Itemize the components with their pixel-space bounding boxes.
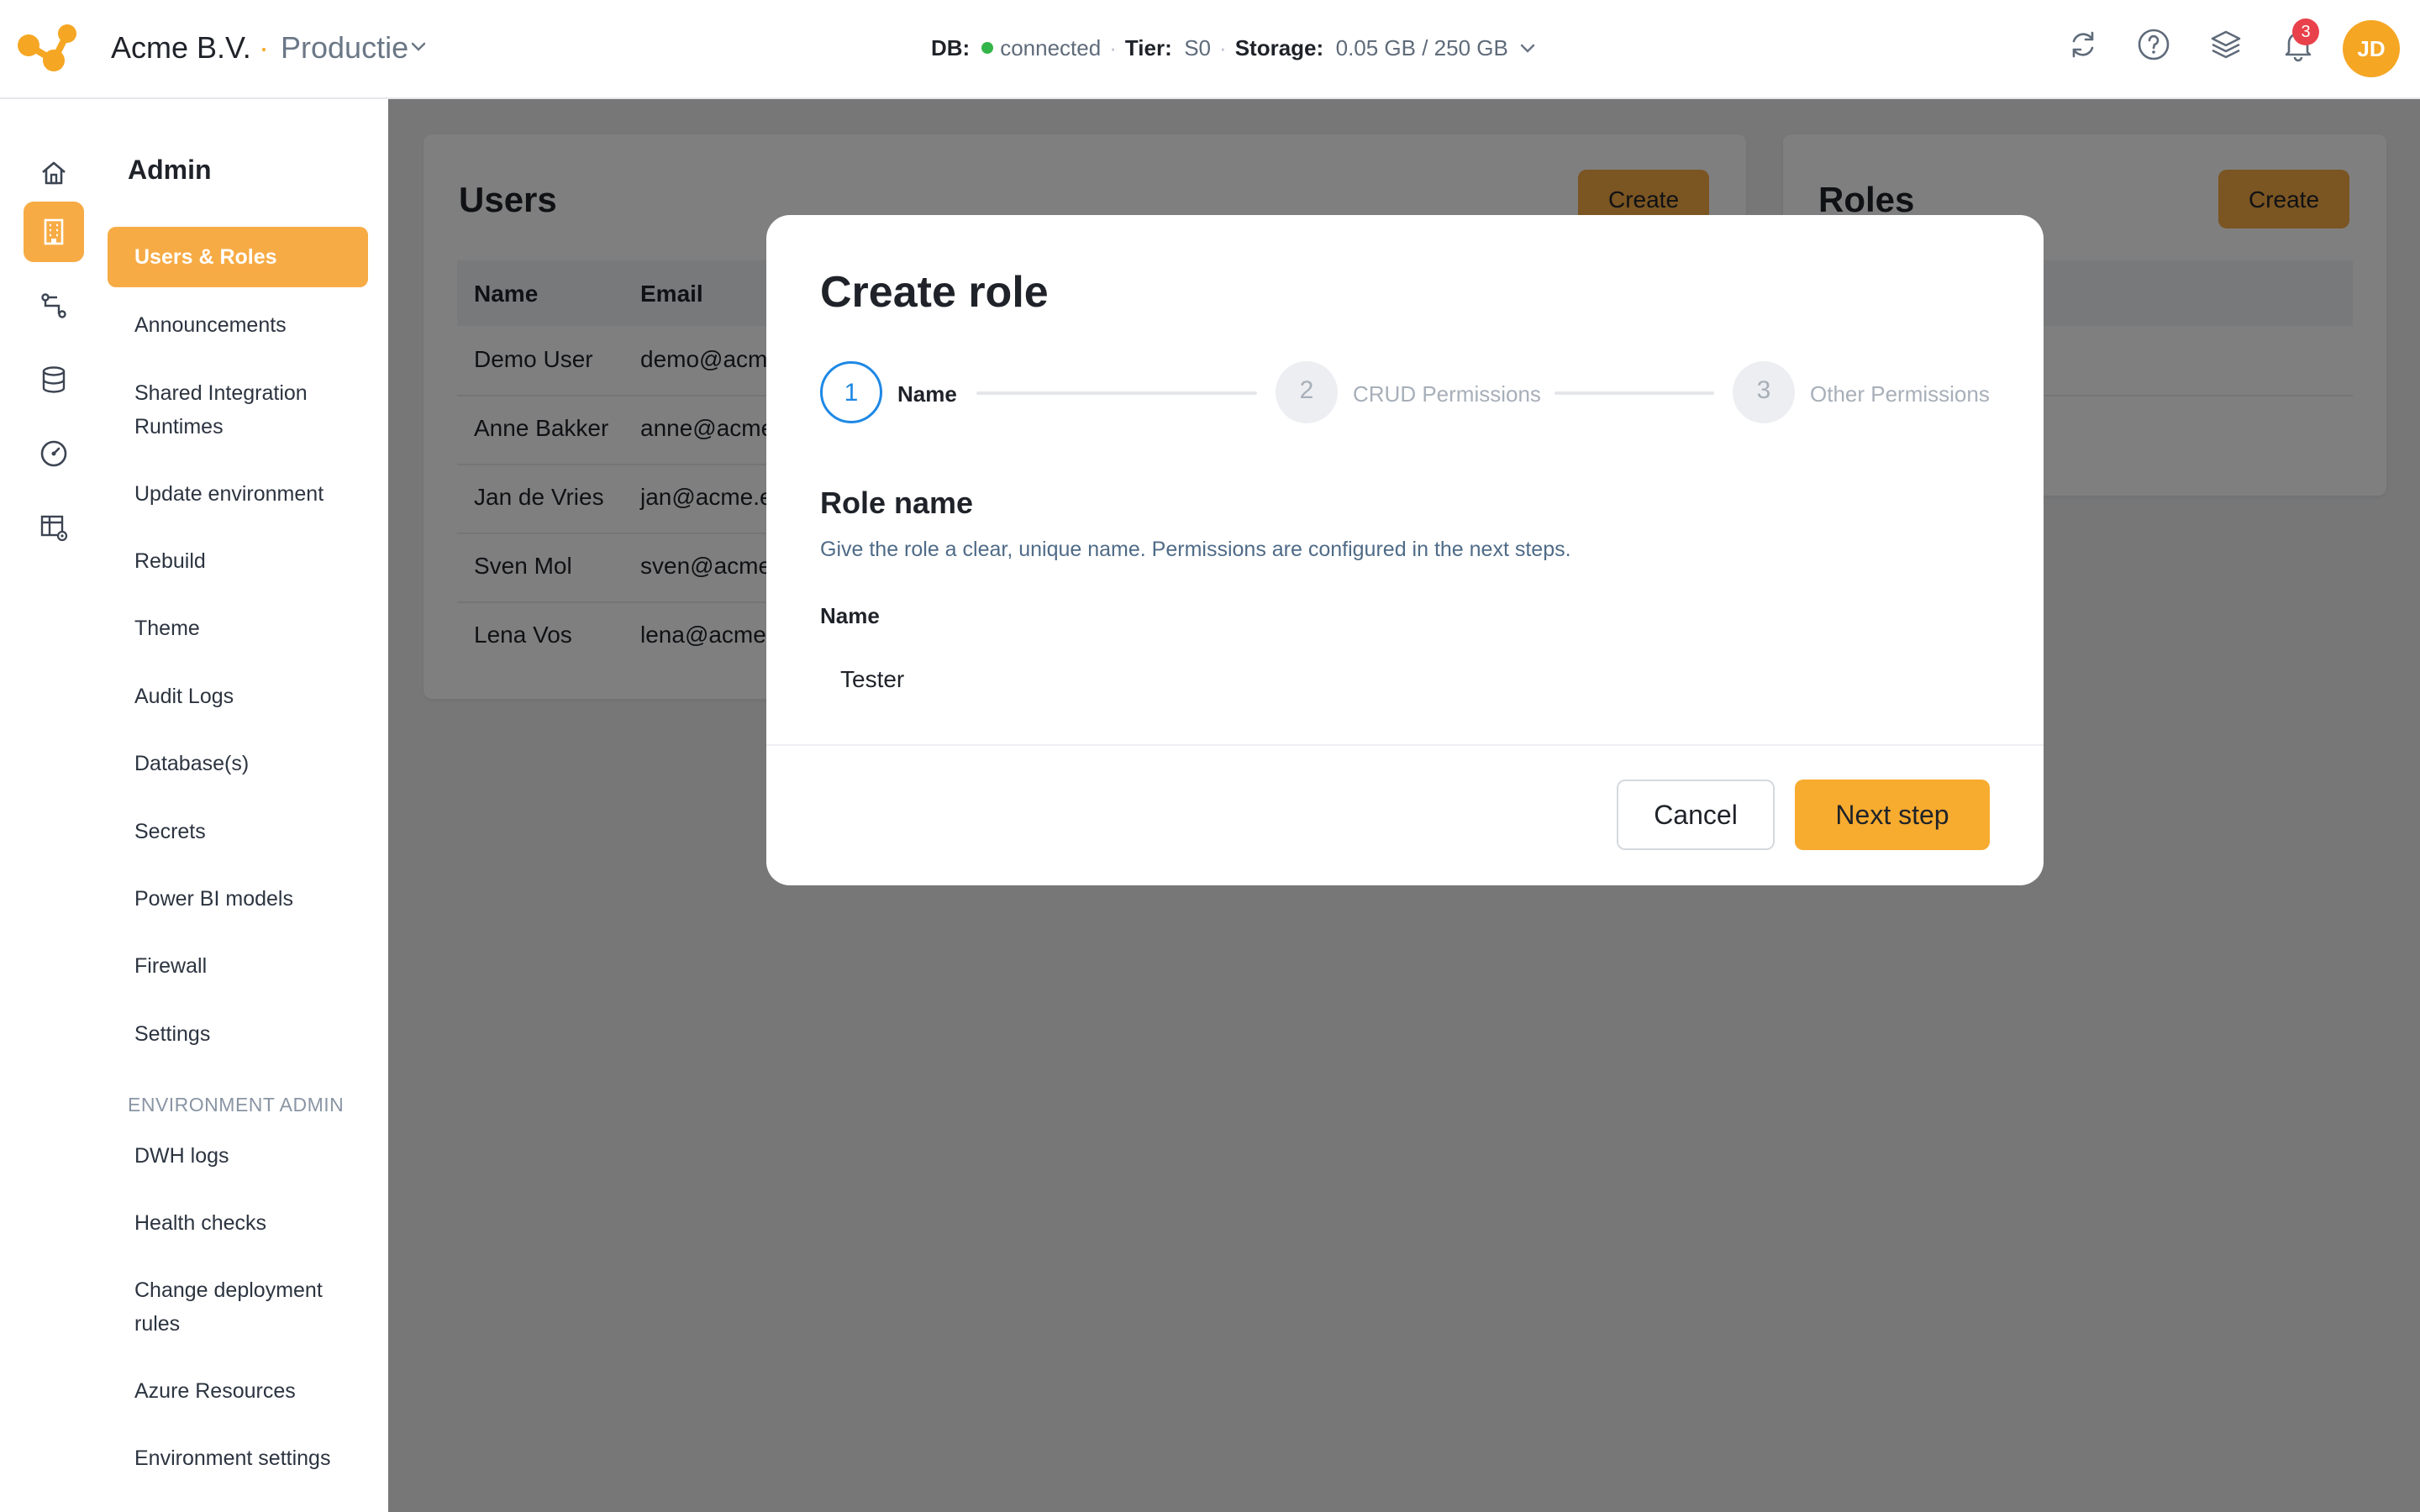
sidebar-item-theme[interactable]: Theme — [108, 612, 368, 645]
step-connector — [976, 391, 1257, 395]
sidebar-item-announcements[interactable]: Announcements — [108, 308, 368, 342]
step-3-indicator: 3 — [1733, 361, 1795, 423]
step-1-indicator: 1 — [820, 361, 882, 423]
sidebar-item-databases[interactable]: Database(s) — [108, 747, 368, 780]
sidebar-item-power-bi-models[interactable]: Power BI models — [108, 882, 368, 916]
section-title: Role name — [820, 486, 974, 520]
rail-tables[interactable] — [24, 497, 84, 558]
cancel-button[interactable]: Cancel — [1617, 780, 1775, 850]
top-bar: Acme B.V. · Productie DB: connected · Tier:… — [0, 0, 2420, 99]
gauge-icon — [40, 440, 67, 467]
rail-pipelines[interactable] — [24, 276, 84, 336]
step-2-indicator: 2 — [1276, 361, 1338, 423]
storage-value: 0.05 GB / 250 GB — [1335, 35, 1508, 60]
step-3-label: Other Permissions — [1810, 381, 1990, 407]
name-field-label: Name — [820, 603, 880, 628]
next-step-button[interactable]: Next step — [1795, 780, 1990, 850]
sidebar-item-change-deployment-rules[interactable]: Change deployment rules — [108, 1273, 368, 1341]
status-chevron-down-icon[interactable] — [1518, 39, 1538, 59]
app-logo[interactable] — [17, 24, 79, 72]
step-connector — [1555, 391, 1714, 395]
sidebar-item-audit-logs[interactable]: Audit Logs — [108, 680, 368, 713]
sidebar-item-shared-integration-runtimes[interactable]: Shared Integration Runtimes — [108, 376, 368, 444]
building-icon — [44, 218, 64, 245]
notification-badge: 3 — [2292, 18, 2319, 45]
sidebar-item-settings[interactable]: Settings — [108, 1017, 368, 1051]
environment-status: DB: connected · Tier: S0 · Storage: 0.05 GB /… — [931, 35, 1508, 60]
help-icon[interactable] — [2134, 25, 2173, 64]
environment-selector[interactable]: Productie — [281, 30, 408, 66]
org-separator: · — [259, 30, 269, 65]
sidebar-item-azure-resources[interactable]: Azure Resources — [108, 1374, 368, 1408]
sidebar-item-update-environment[interactable]: Update environment — [108, 477, 368, 511]
org-name: Acme B.V. — [111, 30, 251, 65]
table-settings-icon — [40, 515, 68, 542]
rail-monitoring[interactable] — [24, 423, 84, 484]
avatar[interactable]: JD — [2343, 20, 2400, 77]
sidebar-item-rebuild[interactable]: Rebuild — [108, 544, 368, 578]
icon-rail — [0, 99, 108, 1512]
step-2-label: CRUD Permissions — [1353, 381, 1541, 407]
dialog-divider — [766, 744, 2044, 746]
storage-label: Storage: — [1234, 35, 1324, 60]
sidebar-item-health-checks[interactable]: Health checks — [108, 1206, 368, 1240]
sidebar-item-environment-settings[interactable]: Environment settings — [108, 1441, 368, 1475]
sidebar-item-users-roles[interactable]: Users & Roles — [108, 227, 368, 287]
sidebar-item-firewall[interactable]: Firewall — [108, 949, 368, 983]
rail-admin[interactable] — [24, 202, 84, 262]
section-description: Give the role a clear, unique name. Perm… — [820, 538, 1571, 561]
role-name-input[interactable] — [820, 650, 1990, 709]
dialog-title: Create role — [820, 268, 1049, 317]
tier-value: S0 — [1184, 35, 1212, 60]
tier-label: Tier: — [1124, 35, 1172, 60]
database-icon — [42, 366, 66, 393]
sidebar-title: Admin — [128, 155, 212, 185]
sidebar-item-secrets[interactable]: Secrets — [108, 815, 368, 848]
create-role-dialog: Create role 1 Name 2 CRUD Permissions 3 … — [766, 215, 2044, 885]
admin-sidebar: Admin Users & Roles Announcements Shared… — [108, 99, 388, 1512]
chevron-down-icon[interactable] — [408, 37, 429, 57]
step-1-label: Name — [897, 381, 957, 407]
sidebar-section-label: ENVIRONMENT ADMIN — [128, 1094, 345, 1116]
pipeline-icon — [41, 293, 66, 318]
rail-home[interactable] — [24, 143, 84, 203]
db-status: connected — [1000, 35, 1102, 60]
layers-icon[interactable] — [2207, 25, 2245, 64]
status-dot-icon — [981, 42, 994, 54]
home-icon — [42, 161, 66, 185]
sidebar-item-dwh-logs[interactable]: DWH logs — [108, 1139, 368, 1173]
refresh-icon[interactable] — [2064, 25, 2102, 64]
db-label: DB: — [931, 35, 971, 60]
rail-database[interactable] — [24, 349, 84, 410]
